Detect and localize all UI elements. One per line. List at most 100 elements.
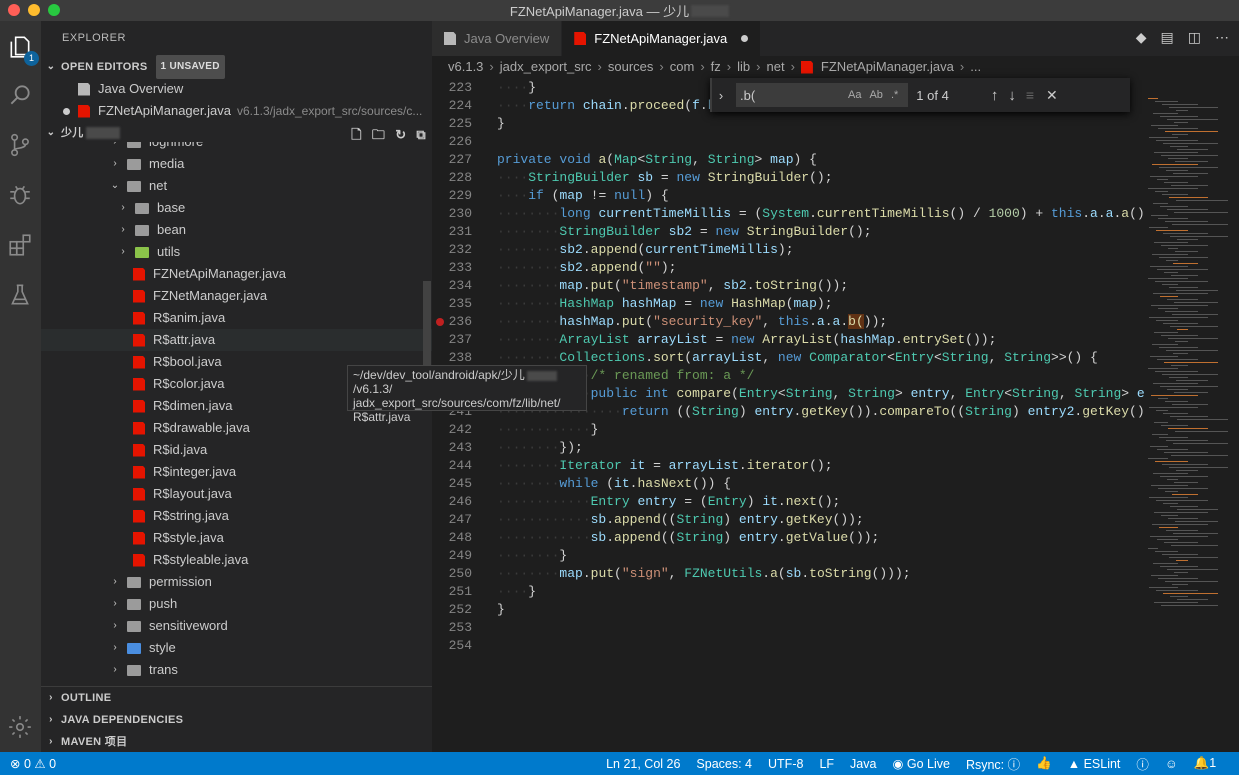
code-line[interactable]: 235 ········HashMap hashMap = new HashMap… bbox=[432, 295, 1144, 313]
extensions-icon[interactable] bbox=[4, 229, 36, 261]
breadcrumb-item[interactable]: net bbox=[767, 56, 785, 78]
tab-fznetapimanager[interactable]: FZNetApiManager.java bbox=[562, 21, 762, 56]
close-find-icon[interactable]: ✕ bbox=[1046, 87, 1058, 104]
cursor-position[interactable]: Ln 21, Col 26 bbox=[606, 757, 680, 771]
tree-folder-item[interactable]: › lognmore bbox=[41, 142, 432, 153]
unsaved-dot-icon[interactable] bbox=[741, 35, 749, 42]
code-line[interactable]: 250 ········map.put("sign", FZNetUtils.a(… bbox=[432, 565, 1144, 583]
tab-java-overview[interactable]: Java Overview bbox=[432, 21, 563, 56]
code-line[interactable]: 251 ····} bbox=[432, 583, 1144, 601]
tree-folder-item[interactable]: ⌄ net bbox=[41, 175, 432, 197]
eslint-status[interactable]: ▲ ESLint bbox=[1068, 757, 1121, 771]
breadcrumb-item[interactable]: com bbox=[670, 56, 695, 78]
rsync-status[interactable]: Rsync: ⓘ bbox=[966, 754, 1020, 773]
breadcrumb-item[interactable]: fz bbox=[711, 56, 721, 78]
java-dependencies-header[interactable]: › JAVA DEPENDENCIES bbox=[41, 709, 432, 731]
code-line[interactable]: 253 bbox=[432, 619, 1144, 637]
close-window-button[interactable] bbox=[8, 4, 20, 16]
code-line[interactable]: 225} bbox=[432, 115, 1144, 133]
split-editor-icon[interactable]: ◫ bbox=[1188, 29, 1201, 46]
explorer-icon[interactable]: 1 bbox=[4, 31, 39, 66]
tree-file-item[interactable]: R$anim.java bbox=[41, 307, 432, 329]
tree-folder-item[interactable]: › permission bbox=[41, 571, 432, 593]
code-line[interactable]: 234 ········map.put("timestamp", sb2.toSt… bbox=[432, 277, 1144, 295]
code-line[interactable]: 247 ············sb.append((String) entry.… bbox=[432, 511, 1144, 529]
more-actions-icon[interactable]: ⋯ bbox=[1215, 29, 1229, 46]
breadcrumb-item[interactable]: ... bbox=[970, 56, 981, 78]
code-line[interactable]: 229 ····if (map != null) { bbox=[432, 187, 1144, 205]
go-live-button[interactable]: ◉ Go Live bbox=[892, 756, 950, 771]
outline-header[interactable]: › OUTLINE bbox=[41, 687, 432, 709]
zoom-window-button[interactable] bbox=[48, 4, 60, 16]
minimize-window-button[interactable] bbox=[28, 4, 40, 16]
notifications-button[interactable]: 🔔1 bbox=[1194, 756, 1217, 771]
encoding[interactable]: UTF-8 bbox=[768, 757, 803, 771]
thumbs-up-icon[interactable]: 👍 bbox=[1036, 756, 1052, 771]
code-line[interactable]: 249 ········} bbox=[432, 547, 1144, 565]
git-compare-icon[interactable]: ◆ bbox=[1136, 29, 1147, 46]
tree-file-item[interactable]: R$layout.java bbox=[41, 483, 432, 505]
tree-file-item[interactable]: R$attr.java bbox=[41, 329, 432, 351]
tree-folder-item[interactable]: › bean bbox=[41, 219, 432, 241]
tree-folder-item[interactable]: › utils bbox=[41, 241, 432, 263]
next-match-icon[interactable]: ↓ bbox=[1008, 87, 1016, 104]
indentation[interactable]: Spaces: 4 bbox=[696, 757, 752, 771]
code-line[interactable]: 245 ········while (it.hasNext()) { bbox=[432, 475, 1144, 493]
breadcrumb-item[interactable]: FZNetApiManager.java bbox=[821, 56, 954, 78]
breadcrumb-item[interactable]: lib bbox=[737, 56, 750, 78]
open-editor-item[interactable]: Java Overview bbox=[41, 78, 432, 100]
whole-word-icon[interactable]: Ab bbox=[869, 89, 882, 101]
toggle-replace-icon[interactable]: › bbox=[712, 88, 730, 103]
code-line[interactable]: 226 bbox=[432, 133, 1144, 151]
tree-file-item[interactable]: R$integer.java bbox=[41, 461, 432, 483]
open-editors-header[interactable]: ⌄ OPEN EDITORS 1 UNSAVED bbox=[41, 55, 432, 79]
source-control-icon[interactable] bbox=[4, 129, 36, 161]
end-of-line[interactable]: LF bbox=[819, 757, 834, 771]
tree-folder-item[interactable]: › media bbox=[41, 153, 432, 175]
regex-icon[interactable]: .* bbox=[891, 89, 898, 101]
code-line[interactable]: 244 ········Iterator it = arrayList.itera… bbox=[432, 457, 1144, 475]
code-line[interactable]: 252} bbox=[432, 601, 1144, 619]
tree-file-item[interactable]: FZNetApiManager.java bbox=[41, 263, 432, 285]
code-line[interactable]: 231 ········StringBuilder sb2 = new Strin… bbox=[432, 223, 1144, 241]
workspace-header[interactable]: ⌄ 少儿 🗋 🗀 ↻ ⧉ bbox=[41, 122, 432, 144]
open-editor-item[interactable]: FZNetApiManager.java v6.1.3/jadx_export_… bbox=[41, 100, 432, 122]
tree-folder-item[interactable]: › push bbox=[41, 593, 432, 615]
problems-indicator[interactable]: ⊗ 0 ⚠ 0 bbox=[10, 756, 56, 771]
settings-gear-icon[interactable] bbox=[4, 711, 36, 743]
tree-folder-item[interactable]: › base bbox=[41, 197, 432, 219]
previous-match-icon[interactable]: ↑ bbox=[991, 87, 999, 104]
code-line[interactable]: 230 ········long currentTimeMillis = (Sys… bbox=[432, 205, 1153, 223]
breadcrumb-item[interactable]: v6.1.3 bbox=[448, 56, 483, 78]
code-line[interactable]: 237 ········ArrayList arrayList = new Arr… bbox=[432, 331, 1144, 349]
tree-file-item[interactable]: R$string.java bbox=[41, 505, 432, 527]
maven-header[interactable]: › MAVEN 项目 bbox=[41, 731, 432, 753]
sidebar-scrollbar[interactable] bbox=[423, 281, 431, 371]
code-line[interactable]: 228 ····StringBuilder sb = new StringBuil… bbox=[432, 169, 1144, 187]
minimap[interactable] bbox=[1144, 78, 1239, 752]
tree-folder-item[interactable]: › sensitiveword bbox=[41, 615, 432, 637]
feedback-smiley-icon[interactable]: ☺ bbox=[1165, 757, 1178, 771]
match-case-icon[interactable]: Aa bbox=[848, 89, 861, 101]
code-line[interactable]: 236 ········hashMap.put("security_key", t… bbox=[432, 313, 1144, 331]
language-mode[interactable]: Java bbox=[850, 757, 876, 771]
tree-file-item[interactable]: R$id.java bbox=[41, 439, 432, 461]
tree-folder-item[interactable]: › trans bbox=[41, 659, 432, 681]
find-in-selection-icon[interactable]: ≡ bbox=[1026, 87, 1034, 103]
code-line[interactable]: 227 private void a(Map<String, String> ma… bbox=[432, 151, 1144, 169]
code-line[interactable]: 232 ········sb2.append(currentTimeMillis)… bbox=[432, 241, 1144, 259]
breadcrumb-item[interactable]: jadx_export_src bbox=[500, 56, 592, 78]
tree-file-item[interactable]: FZNetManager.java bbox=[41, 285, 432, 307]
tree-file-item[interactable]: R$styleable.java bbox=[41, 549, 432, 571]
search-icon[interactable] bbox=[4, 79, 36, 111]
open-preview-icon[interactable]: ▤ bbox=[1161, 29, 1174, 46]
code-line[interactable]: 254 bbox=[432, 637, 1144, 655]
tree-folder-item[interactable]: › style bbox=[41, 637, 432, 659]
code-line[interactable]: 243 ········}); bbox=[432, 439, 1144, 457]
code-line[interactable]: 248 ············sb.append((String) entry.… bbox=[432, 529, 1144, 547]
tree-file-item[interactable]: R$style.java bbox=[41, 527, 432, 549]
code-line[interactable]: 233 ········sb2.append(""); bbox=[432, 259, 1144, 277]
breadcrumb-item[interactable]: sources bbox=[608, 56, 654, 78]
test-flask-icon[interactable] bbox=[4, 279, 36, 311]
debug-icon[interactable] bbox=[4, 179, 36, 211]
